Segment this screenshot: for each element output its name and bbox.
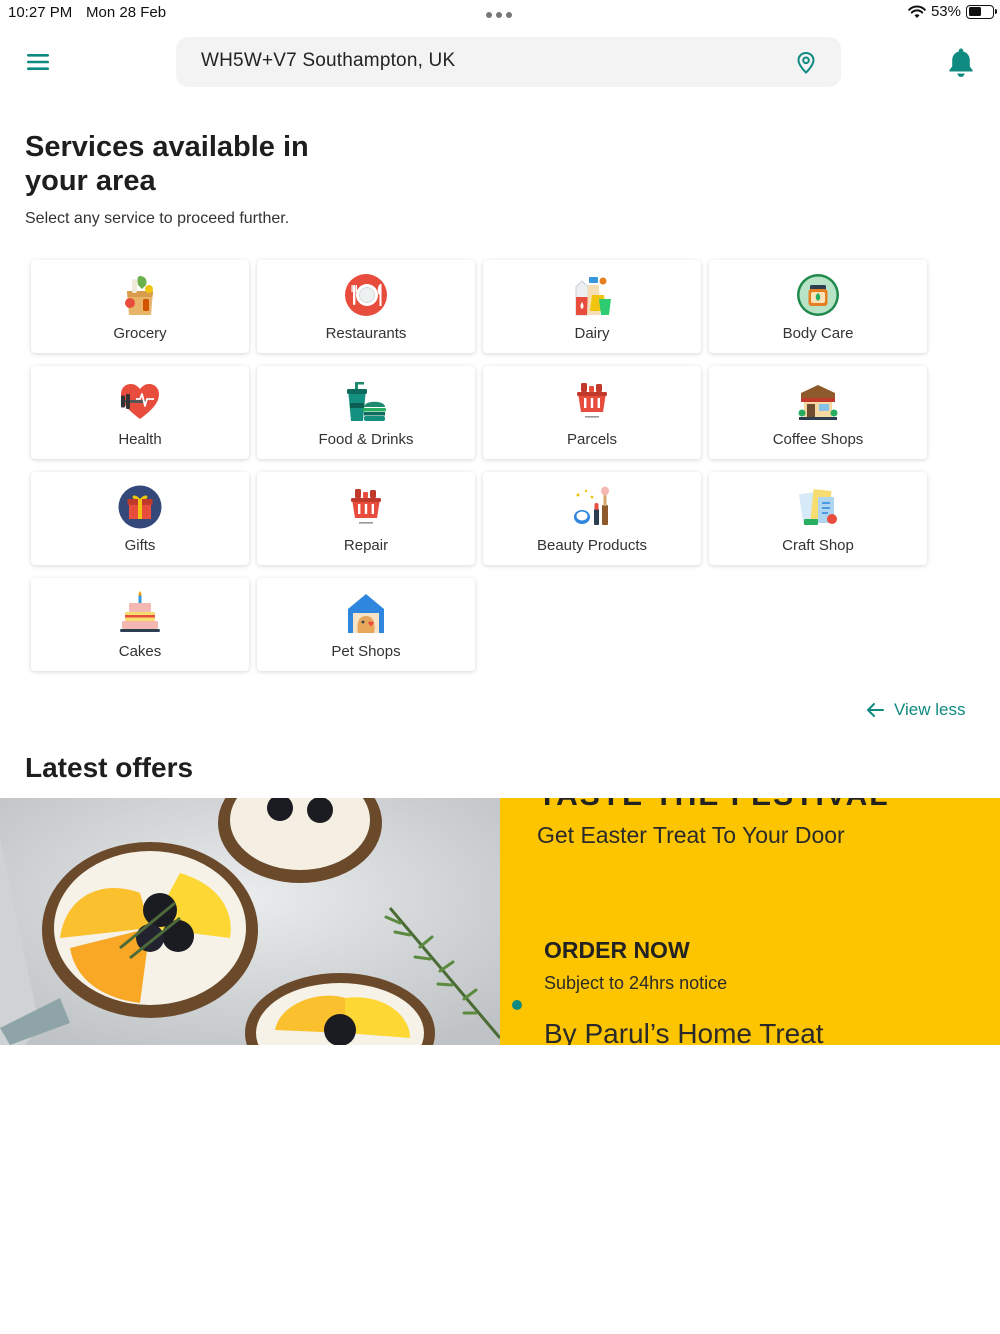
service-tile-pet-shops[interactable]: Pet Shops: [257, 578, 475, 671]
banner-note: Subject to 24hrs notice: [544, 973, 728, 993]
coffee-shop-icon: [798, 385, 838, 420]
service-tile-craft-shop[interactable]: Craft Shop: [709, 472, 927, 565]
service-tile-beauty-products[interactable]: Beauty Products: [483, 472, 701, 565]
location-text: WH5W+V7 Southampton, UK: [201, 50, 456, 71]
service-label: Body Care: [782, 325, 854, 342]
gift-icon: [118, 485, 162, 529]
menu-button[interactable]: [24, 48, 52, 76]
service-label: Pet Shops: [331, 643, 401, 660]
wifi-icon: [908, 5, 926, 18]
burger-drink-icon: [347, 382, 386, 421]
service-label: Dairy: [574, 325, 610, 342]
service-label: Restaurants: [325, 325, 407, 342]
basket-icon: [351, 489, 381, 524]
service-tile-repair[interactable]: Repair: [257, 472, 475, 565]
service-label: Parcels: [566, 431, 618, 448]
service-tile-grocery[interactable]: Grocery: [31, 260, 249, 353]
service-label: Food & Drinks: [318, 431, 414, 448]
grocery-bag-icon: [125, 276, 153, 315]
banner-by-line: By Parul’s Home Treat: [544, 1018, 824, 1045]
service-label: Repair: [343, 537, 389, 554]
status-date: Mon 28 Feb: [86, 4, 167, 21]
service-tile-parcels[interactable]: Parcels: [483, 366, 701, 459]
service-label: Craft Shop: [782, 537, 854, 554]
service-label: Beauty Products: [536, 537, 648, 554]
banner-text-panel: TASTE THE FESTIVAL Get Easter Treat To Y…: [500, 798, 1000, 1045]
status-indicators: 53%: [908, 3, 997, 20]
dairy-bottles-icon: [575, 277, 611, 316]
heart-dumbbell-icon: [121, 384, 159, 419]
status-time: 10:27 PM: [8, 4, 73, 21]
banner-top-text: TASTE THE FESTIVAL: [538, 798, 890, 813]
status-bar: 10:27 PM Mon 28 Feb 53%: [0, 0, 1000, 26]
craft-papers-icon: [799, 489, 837, 525]
pet-house-icon: [348, 594, 384, 633]
banner-order-now: ORDER NOW: [544, 937, 690, 963]
service-tile-food-drinks[interactable]: Food & Drinks: [257, 366, 475, 459]
battery-icon: [966, 4, 997, 19]
view-less-label: View less: [894, 700, 966, 719]
services-title: Services available in your area: [25, 131, 309, 197]
banner-dessert-image: [0, 798, 500, 1045]
service-tile-health[interactable]: Health: [31, 366, 249, 459]
service-label: Gifts: [124, 537, 156, 554]
cake-icon: [120, 591, 160, 632]
services-subtitle: Select any service to proceed further.: [25, 210, 290, 227]
latest-offers-title: Latest offers: [25, 752, 194, 783]
service-label: Health: [118, 431, 162, 448]
service-label: Grocery: [113, 325, 167, 342]
service-tile-dairy[interactable]: Dairy: [483, 260, 701, 353]
view-less-button[interactable]: View less: [866, 700, 966, 720]
body-care-jar-icon: [797, 274, 839, 316]
banner-headline: Get Easter Treat To Your Door: [537, 822, 845, 848]
multitasking-dots-icon[interactable]: [486, 12, 512, 18]
location-search-bar[interactable]: WH5W+V7 Southampton, UK: [176, 37, 841, 87]
service-tile-cakes[interactable]: Cakes: [31, 578, 249, 671]
hamburger-icon: [27, 54, 49, 70]
service-tile-gifts[interactable]: Gifts: [31, 472, 249, 565]
notification-bell-icon[interactable]: [946, 46, 976, 78]
service-label: Coffee Shops: [772, 431, 864, 448]
service-tile-coffee-shops[interactable]: Coffee Shops: [709, 366, 927, 459]
service-tile-body-care[interactable]: Body Care: [709, 260, 927, 353]
cosmetics-icon: [574, 486, 609, 525]
location-pin-icon[interactable]: [795, 51, 817, 75]
battery-percent: 53%: [930, 3, 961, 20]
offer-banner[interactable]: TASTE THE FESTIVAL Get Easter Treat To Y…: [0, 798, 1000, 1045]
service-label: Cakes: [118, 643, 162, 660]
plate-cutlery-icon: [345, 274, 387, 316]
service-tile-restaurants[interactable]: Restaurants: [257, 260, 475, 353]
carousel-indicator-dot[interactable]: [512, 1000, 522, 1010]
basket-icon: [577, 383, 607, 418]
arrow-left-icon: [867, 703, 884, 717]
